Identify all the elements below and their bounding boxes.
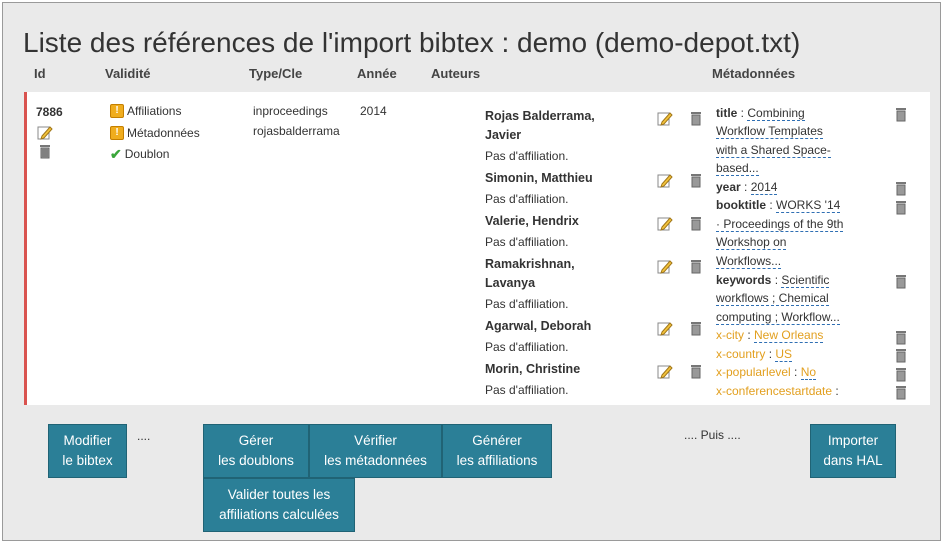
checkmark-icon: ✔ <box>110 146 122 162</box>
meta-title-cont: based... <box>716 161 759 176</box>
trash-icon[interactable] <box>688 258 704 274</box>
meta-keywords[interactable]: keywords : Scientific <box>716 271 830 290</box>
meta-x-city[interactable]: x-city : New Orleans <box>716 326 824 345</box>
meta-x-popularlevel[interactable]: x-popularlevel : No <box>716 363 817 382</box>
edit-icon[interactable] <box>37 124 53 140</box>
app-frame: Liste des références de l'import bibtex … <box>2 2 941 541</box>
validate-affiliations-button[interactable]: Valider toutes les affiliations calculées <box>203 478 355 532</box>
trash-icon[interactable] <box>688 172 704 188</box>
trash-icon[interactable] <box>688 215 704 231</box>
manage-duplicates-button[interactable]: Gérer les doublons <box>203 424 309 478</box>
record-type: inproceedings <box>253 104 328 118</box>
meta-booktitle[interactable]: booktitle : WORKS '14 <box>716 196 841 215</box>
trash-icon[interactable] <box>688 320 704 336</box>
generate-affiliations-button[interactable]: Générer les affiliations <box>442 424 552 478</box>
column-header-type: Type/Cle <box>249 66 303 81</box>
meta-booktitle-cont: Workflows... <box>716 254 782 269</box>
trash-icon[interactable] <box>893 180 909 196</box>
author-affiliation: Pas d'affiliation. <box>485 192 569 206</box>
author-name: Simonin, Matthieu <box>485 171 593 185</box>
trash-icon[interactable] <box>893 384 909 400</box>
trash-icon[interactable] <box>688 363 704 379</box>
edit-icon[interactable] <box>657 258 673 274</box>
meta-x-conferencestartdate[interactable]: x-conferencestartdate : <box>716 382 839 401</box>
meta-x-country[interactable]: x-country : US <box>716 345 793 364</box>
record-id: 7886 <box>36 105 63 119</box>
edit-icon[interactable] <box>657 110 673 126</box>
author-name: Rojas Balderrama, Javier <box>485 109 595 142</box>
modify-bibtex-button[interactable]: Modifier le bibtex <box>48 424 127 478</box>
trash-icon[interactable] <box>893 273 909 289</box>
author-affiliation: Pas d'affiliation. <box>485 297 569 311</box>
meta-keywords-cont: computing ; Workflow... <box>716 310 840 325</box>
author-affiliation: Pas d'affiliation. <box>485 149 569 163</box>
validity-affiliations: ! Affiliations <box>110 104 181 118</box>
author-name: Agarwal, Deborah <box>485 319 592 333</box>
trash-icon[interactable] <box>37 143 53 159</box>
meta-title-cont: Workflow Templates <box>716 124 823 139</box>
author-affiliation: Pas d'affiliation. <box>485 235 569 249</box>
meta-title[interactable]: title : Combining <box>716 104 805 123</box>
separator-dots: .... <box>137 429 151 443</box>
meta-year[interactable]: year : 2014 <box>716 178 778 197</box>
author-affiliation: Pas d'affiliation. <box>485 383 569 397</box>
author-name: Ramakrishnan, Lavanya <box>485 257 575 290</box>
column-header-auteurs: Auteurs <box>431 66 481 81</box>
verify-metadata-button[interactable]: Vérifier les métadonnées <box>309 424 442 478</box>
meta-booktitle-cont: Workshop on <box>716 235 787 250</box>
author-name: Morin, Christine <box>485 362 581 376</box>
column-header-metadonnees: Métadonnées <box>712 66 796 81</box>
trash-icon[interactable] <box>893 329 909 345</box>
meta-booktitle-cont: · Proceedings of the 9th <box>716 217 844 232</box>
column-header-annee: Année <box>357 66 397 81</box>
import-hal-button[interactable]: Importer dans HAL <box>810 424 896 478</box>
author-name: Valerie, Hendrix <box>485 214 579 228</box>
record-year: 2014 <box>360 104 387 118</box>
validity-metadonnees: ! Métadonnées <box>110 126 200 140</box>
edit-icon[interactable] <box>657 172 673 188</box>
validity-doublon: ✔ Doublon <box>110 146 170 162</box>
meta-keywords-cont: workflows ; Chemical <box>716 291 829 306</box>
trash-icon[interactable] <box>893 347 909 363</box>
column-header-id: Id <box>34 66 46 81</box>
record-key: rojasbalderrama <box>253 124 340 138</box>
page-title: Liste des références de l'import bibtex … <box>23 27 801 58</box>
column-header-validite: Validité <box>105 66 151 81</box>
author-affiliation: Pas d'affiliation. <box>485 340 569 354</box>
edit-icon[interactable] <box>657 215 673 231</box>
warning-icon: ! <box>110 104 124 118</box>
reference-list[interactable]: 7886 ! Affiliations ! Métadonnées ✔ Doublon… <box>24 92 930 405</box>
trash-icon[interactable] <box>893 366 909 382</box>
trash-icon[interactable] <box>893 106 909 122</box>
separator-puis: .... Puis .... <box>684 428 741 442</box>
edit-icon[interactable] <box>657 363 673 379</box>
edit-icon[interactable] <box>657 320 673 336</box>
meta-title-cont: with a Shared Space- <box>716 143 831 158</box>
trash-icon[interactable] <box>688 110 704 126</box>
warning-icon: ! <box>110 126 124 140</box>
trash-icon[interactable] <box>893 199 909 215</box>
